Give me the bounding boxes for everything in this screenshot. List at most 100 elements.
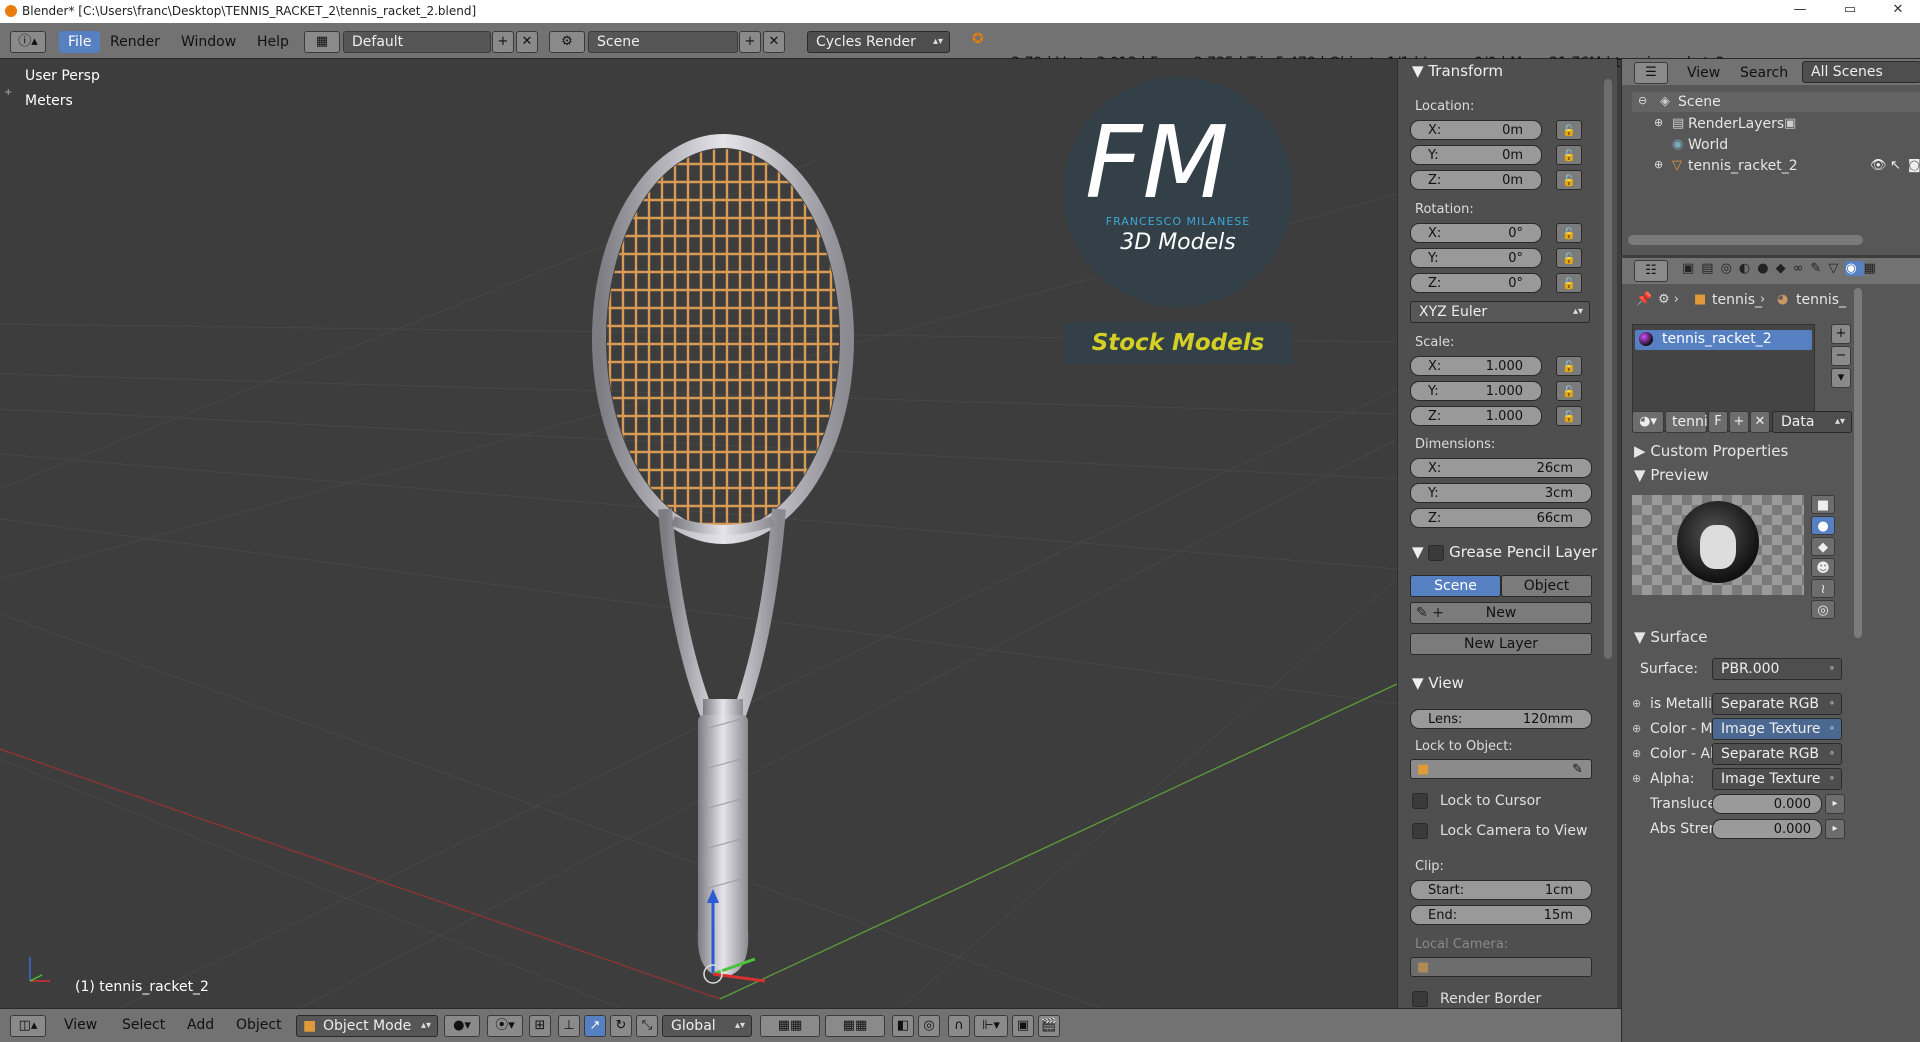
visibility-eye-icon[interactable]: 👁 (1870, 158, 1887, 173)
menu-add[interactable]: Add (187, 1017, 214, 1033)
restore-button[interactable]: ▭ (1830, 2, 1870, 20)
lock-icon[interactable]: 🔓 (1556, 356, 1582, 376)
location-x-field[interactable]: X: 0m (1410, 120, 1542, 140)
layer-lock-icon[interactable]: ◧ (892, 1015, 914, 1037)
expand-icon[interactable]: ⊕ (1654, 158, 1663, 171)
translucency-field[interactable]: 0.000 (1712, 794, 1822, 814)
eyedropper-icon[interactable]: ✎ (1572, 760, 1583, 779)
properties-context-tabs[interactable]: ▣▤◎◐●◆∞✎▽◉▦ (1682, 261, 1920, 281)
input-link-dropdown[interactable]: Separate RGB ∘ (1712, 743, 1842, 765)
grease-pencil-header[interactable]: ▼ Grease Pencil Layer (1412, 543, 1597, 561)
select-cursor-icon[interactable]: ↖ (1890, 158, 1901, 173)
preview-hair-icon[interactable]: ≀ (1811, 579, 1835, 598)
input-link-dropdown[interactable]: Separate RGB ∘ (1712, 693, 1842, 715)
properties-editor-icon[interactable]: ☷ (1634, 260, 1668, 282)
slot-menu-icon[interactable]: ▾ (1831, 368, 1851, 388)
snap-toggle-icon[interactable]: ∩ (948, 1015, 970, 1037)
close-button[interactable]: ✕ (1878, 2, 1918, 20)
menu-help[interactable]: Help (248, 31, 298, 53)
scale-z-field[interactable]: Z: 1.000 (1410, 406, 1542, 426)
socket-expand-icon[interactable]: ⊕ (1632, 747, 1641, 760)
outliner-editor-icon[interactable]: ☰ (1634, 62, 1668, 84)
manipulator-toggle-icon[interactable]: ⊞ (529, 1015, 551, 1037)
breadcrumb-object[interactable]: tennis_ (1712, 292, 1762, 308)
transform-header[interactable]: ▼ Transform (1412, 62, 1503, 80)
panel-scrollbar[interactable] (1604, 79, 1612, 659)
surface-header[interactable]: ▼ Surface (1634, 628, 1707, 646)
move-manipulator-icon[interactable]: ↗ (584, 1015, 606, 1037)
pivot-point-icon[interactable]: ⦿▾ (487, 1015, 523, 1037)
lock-icon[interactable]: 🔓 (1556, 145, 1582, 165)
info-editor-icon[interactable]: ⓘ▴ (10, 31, 46, 53)
rotation-z-field[interactable]: Z: 0° (1410, 273, 1542, 293)
render-engine-dropdown[interactable]: Cycles Render ▴▾ (807, 31, 950, 53)
socket-expand-icon[interactable]: ⊕ (1632, 697, 1641, 710)
scene-icon[interactable]: ⚙ (549, 31, 585, 53)
preview-sphere-icon[interactable]: ● (1811, 516, 1835, 535)
add-layout-icon[interactable]: + (492, 31, 514, 53)
socket-link-icon[interactable]: ▸ (1825, 794, 1845, 814)
editor-type-icon[interactable]: ◫▴ (10, 1015, 46, 1037)
scale-x-field[interactable]: X: 1.000 (1410, 356, 1542, 376)
socket-expand-icon[interactable]: ⊕ (1632, 722, 1641, 735)
outliner-row-object[interactable]: ⊕ ▽ tennis_racket_2 👁 ↖ ◙ (1632, 156, 1920, 176)
lens-field[interactable]: Lens: 120mm (1410, 709, 1592, 729)
add-slot-icon[interactable]: + (1831, 324, 1851, 344)
lock-icon[interactable]: 🔓 (1556, 120, 1582, 140)
remove-slot-icon[interactable]: − (1831, 346, 1851, 366)
browse-material-icon[interactable]: ◕▾ (1632, 411, 1664, 433)
preview-cube-icon[interactable]: ◆ (1811, 537, 1835, 556)
outliner-scrollbar[interactable] (1628, 235, 1863, 245)
render-border-checkbox[interactable] (1412, 991, 1428, 1007)
toolshelf-toggle-icon[interactable]: + (4, 87, 12, 98)
snap-element-icon[interactable]: ⊩▾ (974, 1015, 1008, 1037)
lock-icon[interactable]: 🔓 (1556, 406, 1582, 426)
breadcrumb-material[interactable]: tennis_ (1796, 292, 1846, 308)
socket-link-icon[interactable]: ▸ (1825, 819, 1845, 839)
tennis-racket-model[interactable] (555, 69, 895, 999)
location-z-field[interactable]: Z: 0m (1410, 170, 1542, 190)
new-material-icon[interactable]: + (1729, 411, 1749, 433)
viewport-shading-icon[interactable]: ●▾ (444, 1015, 480, 1037)
pin-icon[interactable]: 📌 (1636, 292, 1652, 307)
3d-viewport[interactable]: FM FRANCESCO MILANESE 3D Models Stock Mo… (0, 59, 1397, 1008)
proportional-editing-icon[interactable]: ◎ (918, 1015, 940, 1037)
lock-cursor-checkbox[interactable] (1412, 793, 1428, 809)
outliner-row-world[interactable]: ◉ World (1632, 135, 1920, 155)
outliner-display-dropdown[interactable]: All Scenes (1802, 61, 1920, 83)
screen-layout-field[interactable]: Default (343, 31, 491, 53)
outliner-row-renderlayers[interactable]: ⊕ ▤ RenderLayers ▣ (1632, 114, 1920, 134)
lock-icon[interactable]: 🔓 (1556, 170, 1582, 190)
preview-monkey-icon[interactable]: ☻ (1811, 558, 1835, 577)
rotation-x-field[interactable]: X: 0° (1410, 223, 1542, 243)
location-y-field[interactable]: Y: 0m (1410, 145, 1542, 165)
opengl-render-icon[interactable]: ▣ (1012, 1015, 1034, 1037)
remove-layout-icon[interactable]: ✕ (516, 31, 538, 53)
outliner-search-menu[interactable]: Search (1740, 65, 1788, 81)
lock-object-field[interactable]: ■ ✎ (1410, 759, 1592, 779)
custom-properties-header[interactable]: ▶ Custom Properties (1634, 442, 1788, 460)
dimensions-y-field[interactable]: Y: 3cm (1410, 483, 1592, 503)
menu-render[interactable]: Render (101, 31, 169, 53)
lock-icon[interactable]: 🔓 (1556, 273, 1582, 293)
dimensions-x-field[interactable]: X: 26cm (1410, 458, 1592, 478)
layers-grid-icon[interactable]: ▦▦ (825, 1015, 885, 1037)
view-header[interactable]: ▼ View (1412, 674, 1464, 692)
render-animation-icon[interactable]: 🎬 (1038, 1015, 1060, 1037)
scale-manipulator-icon[interactable]: ⤡ (636, 1015, 658, 1037)
unlink-material-icon[interactable]: ✕ (1750, 411, 1770, 433)
abs-strength-field[interactable]: 0.000 (1712, 819, 1822, 839)
surface-shader-dropdown[interactable]: PBR.000 ∘ (1712, 658, 1842, 680)
new-layer-button[interactable]: New Layer (1410, 633, 1592, 655)
preview-world-icon[interactable]: ◎ (1811, 600, 1835, 619)
menu-object[interactable]: Object (236, 1017, 282, 1033)
properties-scrollbar[interactable] (1854, 288, 1862, 638)
clip-start-field[interactable]: Start: 1cm (1410, 880, 1592, 900)
minimize-button[interactable]: — (1780, 2, 1820, 20)
lock-camera-checkbox[interactable] (1412, 823, 1428, 839)
expand-icon[interactable]: ⊕ (1654, 116, 1663, 129)
rotation-mode-dropdown[interactable]: XYZ Euler ▴▾ (1410, 301, 1590, 323)
tab-object[interactable]: Object (1501, 575, 1592, 597)
lock-icon[interactable]: 🔓 (1556, 381, 1582, 401)
socket-expand-icon[interactable]: ⊕ (1632, 772, 1641, 785)
